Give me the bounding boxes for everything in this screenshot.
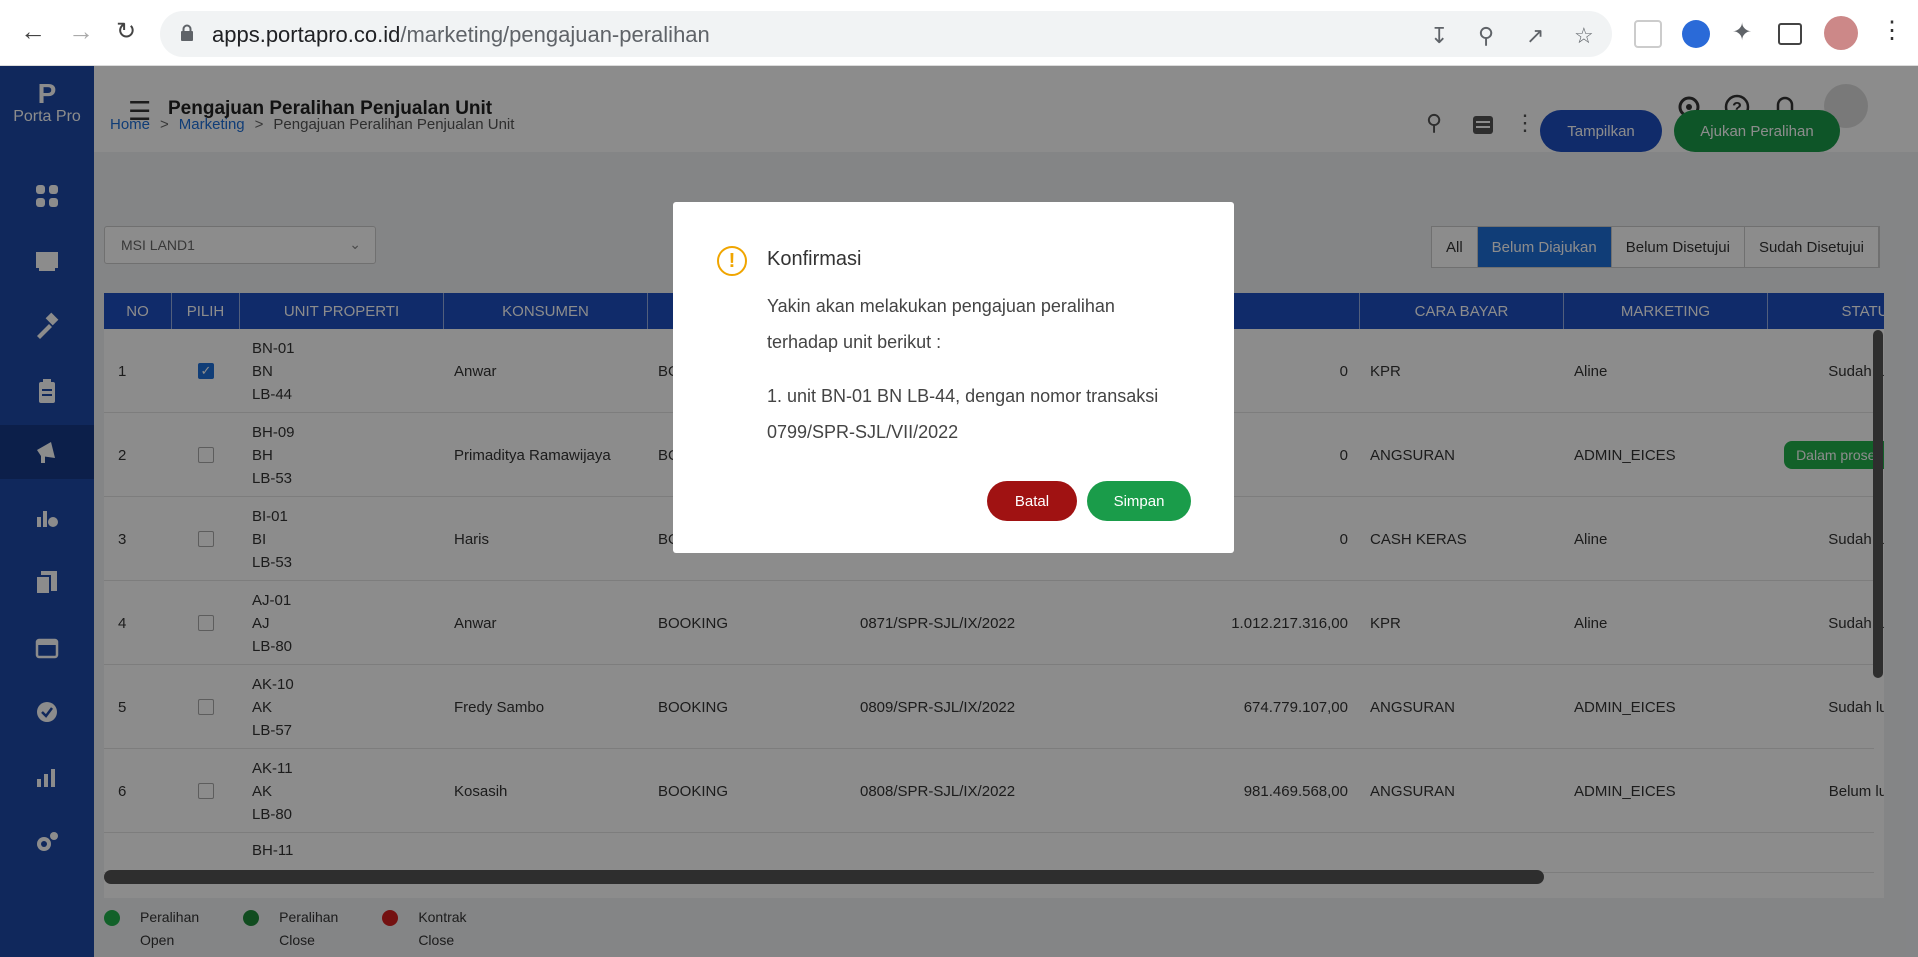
back-icon[interactable]: ← — [20, 16, 46, 47]
url-text: apps.portapro.co.id/marketing/pengajuan-… — [212, 22, 710, 48]
puzzle-icon[interactable]: ✦ — [1732, 18, 1752, 47]
dialog-message-line: terhadap unit berikut : — [767, 332, 942, 352]
menu-kebab-icon[interactable]: ⋮ — [1880, 16, 1904, 45]
extension-vpn-icon[interactable] — [1682, 20, 1710, 48]
warning-icon: ! — [717, 246, 747, 276]
extension-icon[interactable] — [1634, 20, 1662, 48]
profile-avatar[interactable] — [1824, 16, 1858, 50]
zoom-icon[interactable]: ⚲ — [1478, 23, 1494, 49]
dialog-title: Konfirmasi — [767, 248, 862, 270]
dialog-body: Yakin akan melakukan pengajuan peralihan… — [767, 288, 1207, 450]
batal-button[interactable]: Batal — [987, 481, 1077, 521]
simpan-button[interactable]: Simpan — [1087, 481, 1191, 521]
bookmark-star-icon[interactable]: ☆ — [1574, 23, 1594, 49]
forward-icon[interactable]: → — [68, 16, 94, 47]
sidepanel-icon[interactable] — [1778, 23, 1802, 45]
reload-icon[interactable]: ↻ — [116, 17, 136, 46]
dialog-message-line: Yakin akan melakukan pengajuan peralihan — [767, 296, 1115, 316]
confirm-dialog: ! Konfirmasi Yakin akan melakukan pengaj… — [673, 202, 1234, 553]
url-host: apps.portapro.co.id — [212, 22, 401, 47]
dialog-item-line: 0799/SPR-SJL/VII/2022 — [767, 422, 959, 442]
share-icon[interactable]: ↗ — [1526, 23, 1544, 49]
url-path: /marketing/pengajuan-peralihan — [400, 22, 710, 47]
browser-chrome: ← → ↻ apps.portapro.co.id/marketing/peng… — [0, 0, 1918, 66]
dialog-item-line: 1. unit BN-01 BN LB-44, dengan nomor tra… — [767, 386, 1159, 406]
download-icon[interactable]: ↧ — [1430, 23, 1448, 49]
lock-icon — [181, 24, 193, 41]
address-bar[interactable]: apps.portapro.co.id/marketing/pengajuan-… — [160, 11, 1612, 57]
